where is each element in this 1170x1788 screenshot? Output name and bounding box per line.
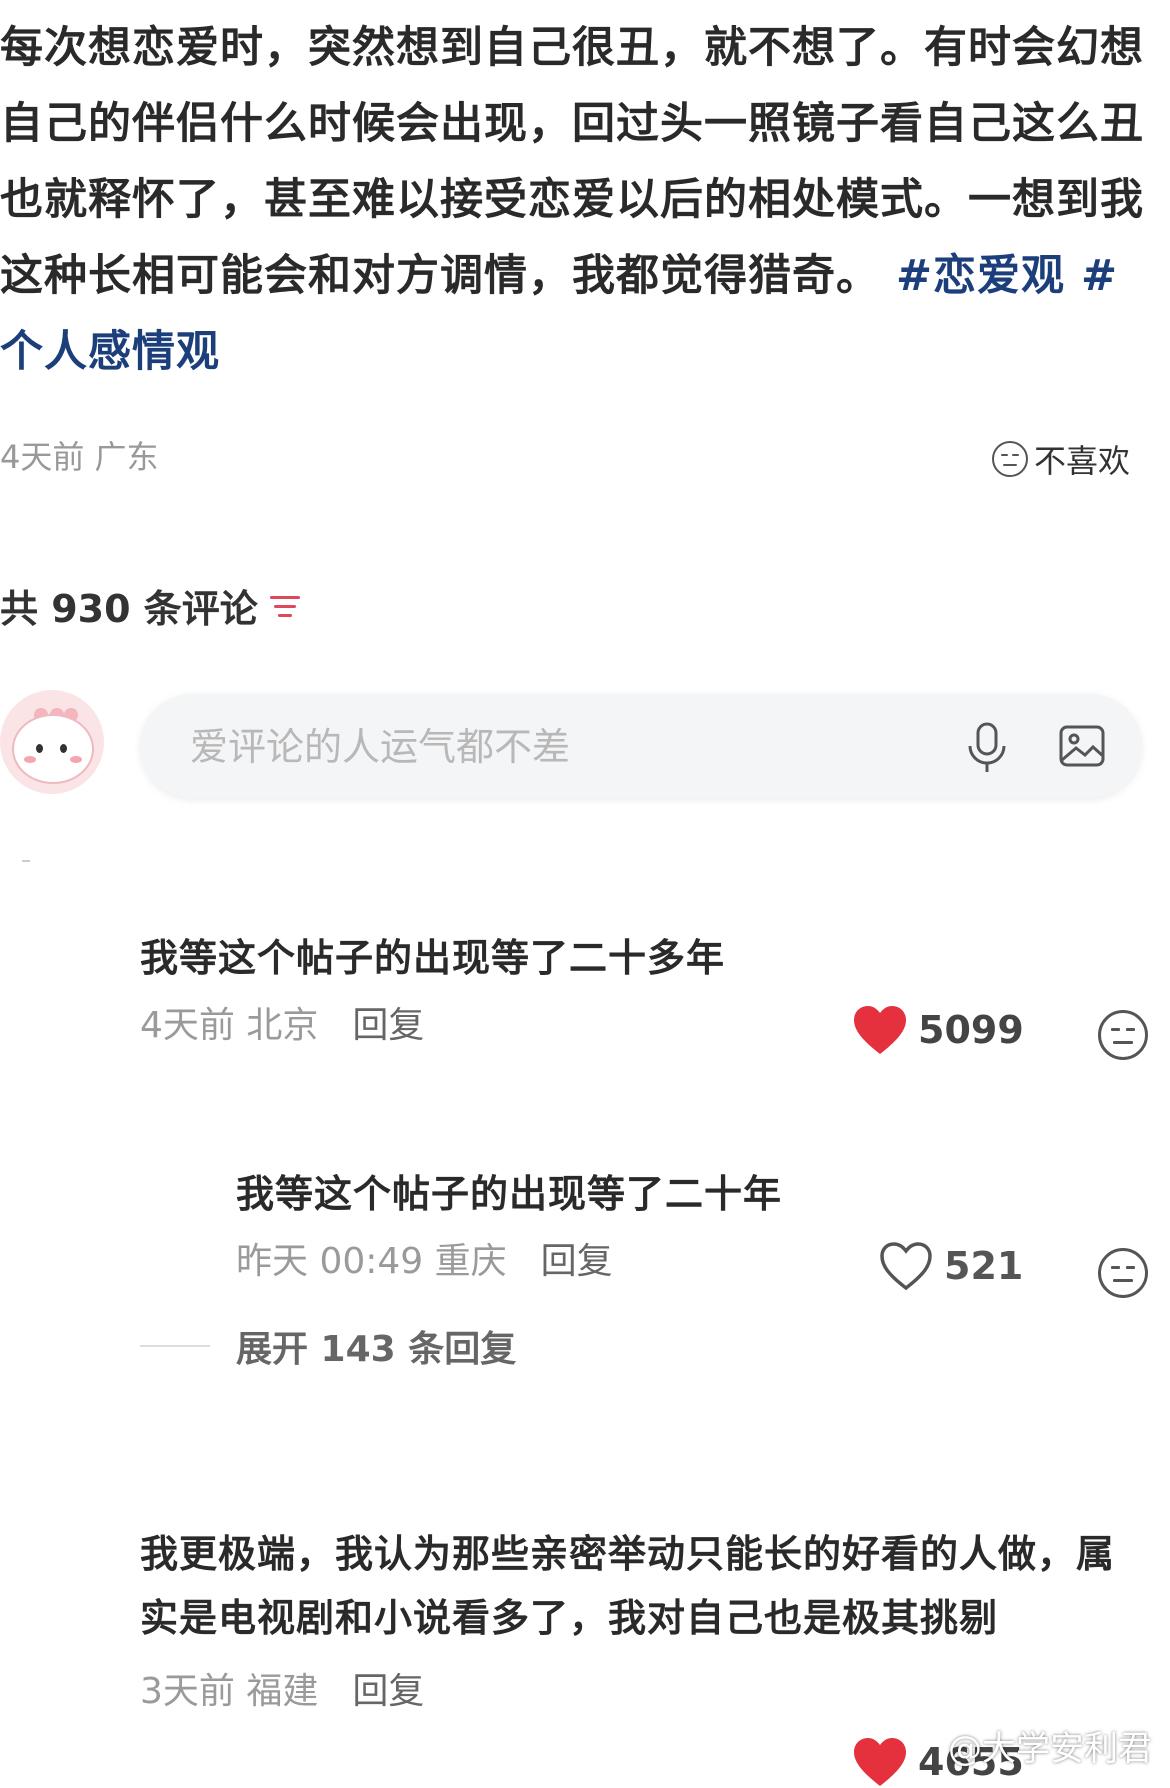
reply-button[interactable]: 回复 [352, 996, 424, 1048]
dislike-button[interactable] [1098, 1248, 1148, 1302]
reply-button[interactable]: 回复 [352, 1662, 424, 1714]
microphone-icon[interactable] [965, 722, 1009, 774]
heart-filled-icon [854, 1738, 906, 1786]
hashtag-link[interactable]: #恋爱观 [896, 251, 1065, 301]
like-count: 5099 [918, 1008, 1024, 1052]
avatar[interactable] [0, 690, 104, 794]
dislike-button[interactable]: 不喜欢 [991, 436, 1130, 482]
like-button[interactable]: 521 [878, 1240, 1023, 1292]
heart-outline-icon [880, 1242, 932, 1291]
comment-text: 我等这个帖子的出现等了二十多年 [140, 936, 726, 980]
neutral-face-icon [1098, 1248, 1148, 1298]
comment-meta: 3天前 福建 回复 [140, 1662, 1140, 1714]
comment-count-header: 共 930 条评论 [0, 578, 302, 633]
dislike-button[interactable] [1098, 1010, 1148, 1064]
post-meta-row: 4天前 广东 不喜欢 [0, 432, 1140, 482]
sort-icon[interactable] [268, 592, 302, 620]
comment-text: 我等这个帖子的出现等了二十年 [236, 1172, 783, 1216]
neutral-face-icon [991, 441, 1028, 477]
heart-filled-icon [854, 1006, 906, 1054]
expand-replies-label: 展开 143 条回复 [236, 1329, 517, 1370]
post-time-location: 4天前 广东 [0, 438, 159, 476]
comment-count: 共 930 条评论 [0, 587, 258, 631]
divider [22, 860, 30, 862]
like-count: 521 [944, 1244, 1024, 1288]
comment-text: 我更极端，我认为那些亲密举动只能长的好看的人做，属实是电视剧和小说看多了，我对自… [140, 1532, 1116, 1640]
comment-composer[interactable] [140, 694, 1142, 800]
comment-item: 我更极端，我认为那些亲密举动只能长的好看的人做，属实是电视剧和小说看多了，我对自… [140, 1522, 1140, 1714]
image-icon[interactable] [1058, 724, 1106, 768]
comment-time-location: 4天前 北京 [140, 1005, 319, 1046]
watermark: @大学安利君 [948, 1729, 1152, 1769]
comment-input[interactable] [188, 694, 952, 800]
expand-replies-button[interactable]: 展开 143 条回复 [140, 1320, 516, 1372]
neutral-face-icon [1098, 1010, 1148, 1060]
dislike-label: 不喜欢 [1033, 442, 1130, 480]
reply-button[interactable]: 回复 [541, 1232, 613, 1284]
divider [140, 1345, 210, 1347]
comment-time-location: 昨天 00:49 重庆 [236, 1241, 507, 1282]
comment-time-location: 3天前 福建 [140, 1671, 319, 1712]
like-button[interactable]: 5099 [852, 1004, 1024, 1056]
post-body: 每次想恋爱时，突然想到自己很丑，就不想了。有时会幻想自己的伴侣什么时候会出现，回… [0, 10, 1150, 390]
